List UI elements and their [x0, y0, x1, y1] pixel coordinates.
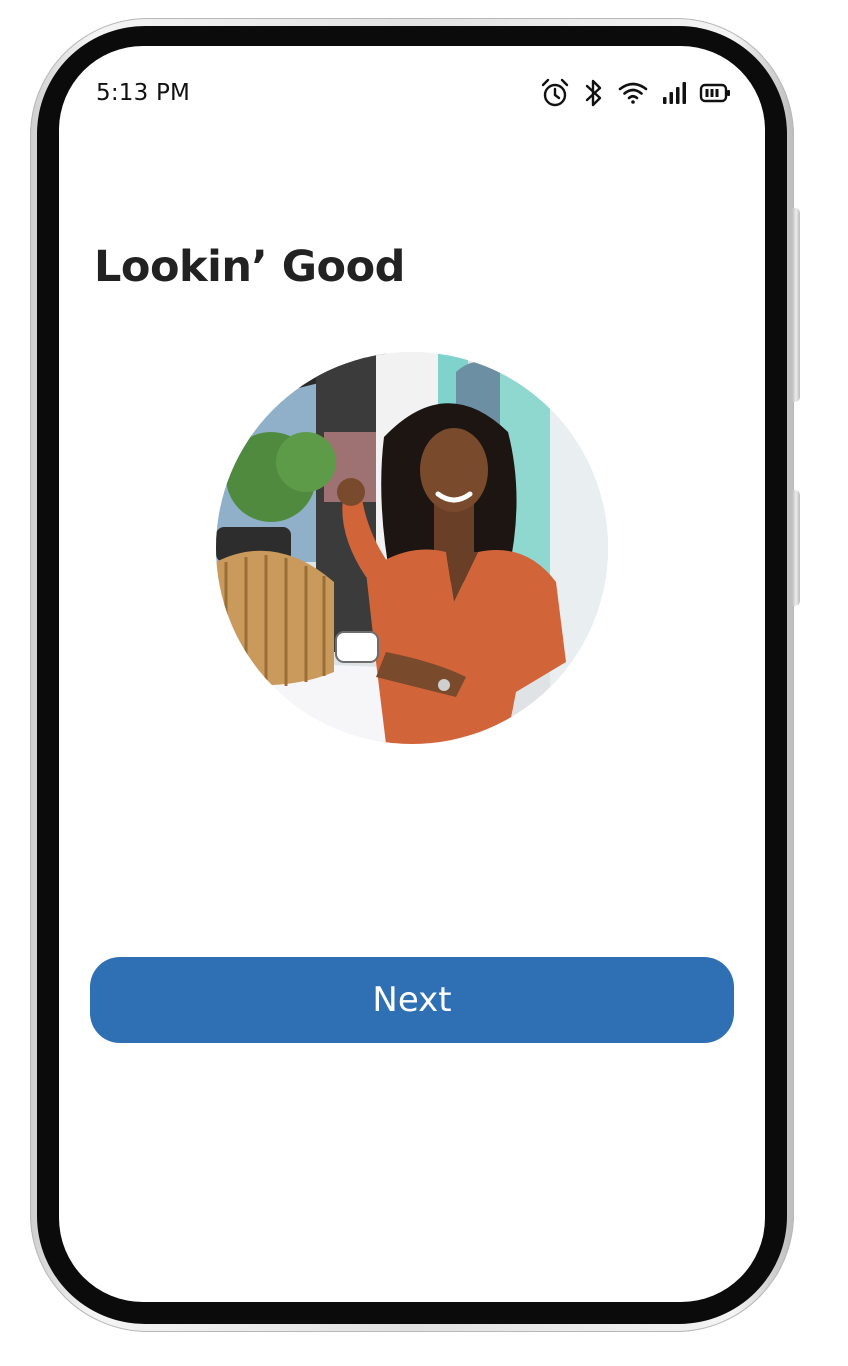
- battery-icon: [699, 82, 731, 104]
- wifi-icon: [617, 80, 649, 106]
- status-time: 5:13 PM: [96, 80, 191, 106]
- phone-screen: 5:13 PM Lookin’ Good Next: [59, 46, 765, 1302]
- signal-icon: [661, 80, 687, 106]
- volume-button: [792, 208, 800, 402]
- alarm-icon: [539, 77, 571, 109]
- next-button[interactable]: Next: [90, 957, 734, 1043]
- profile-photo: [216, 352, 608, 744]
- power-button: [792, 490, 800, 606]
- page-title: Lookin’ Good: [94, 242, 405, 292]
- bluetooth-icon: [583, 78, 605, 108]
- profile-photo-illustration: [216, 352, 608, 744]
- status-icons: [539, 76, 731, 110]
